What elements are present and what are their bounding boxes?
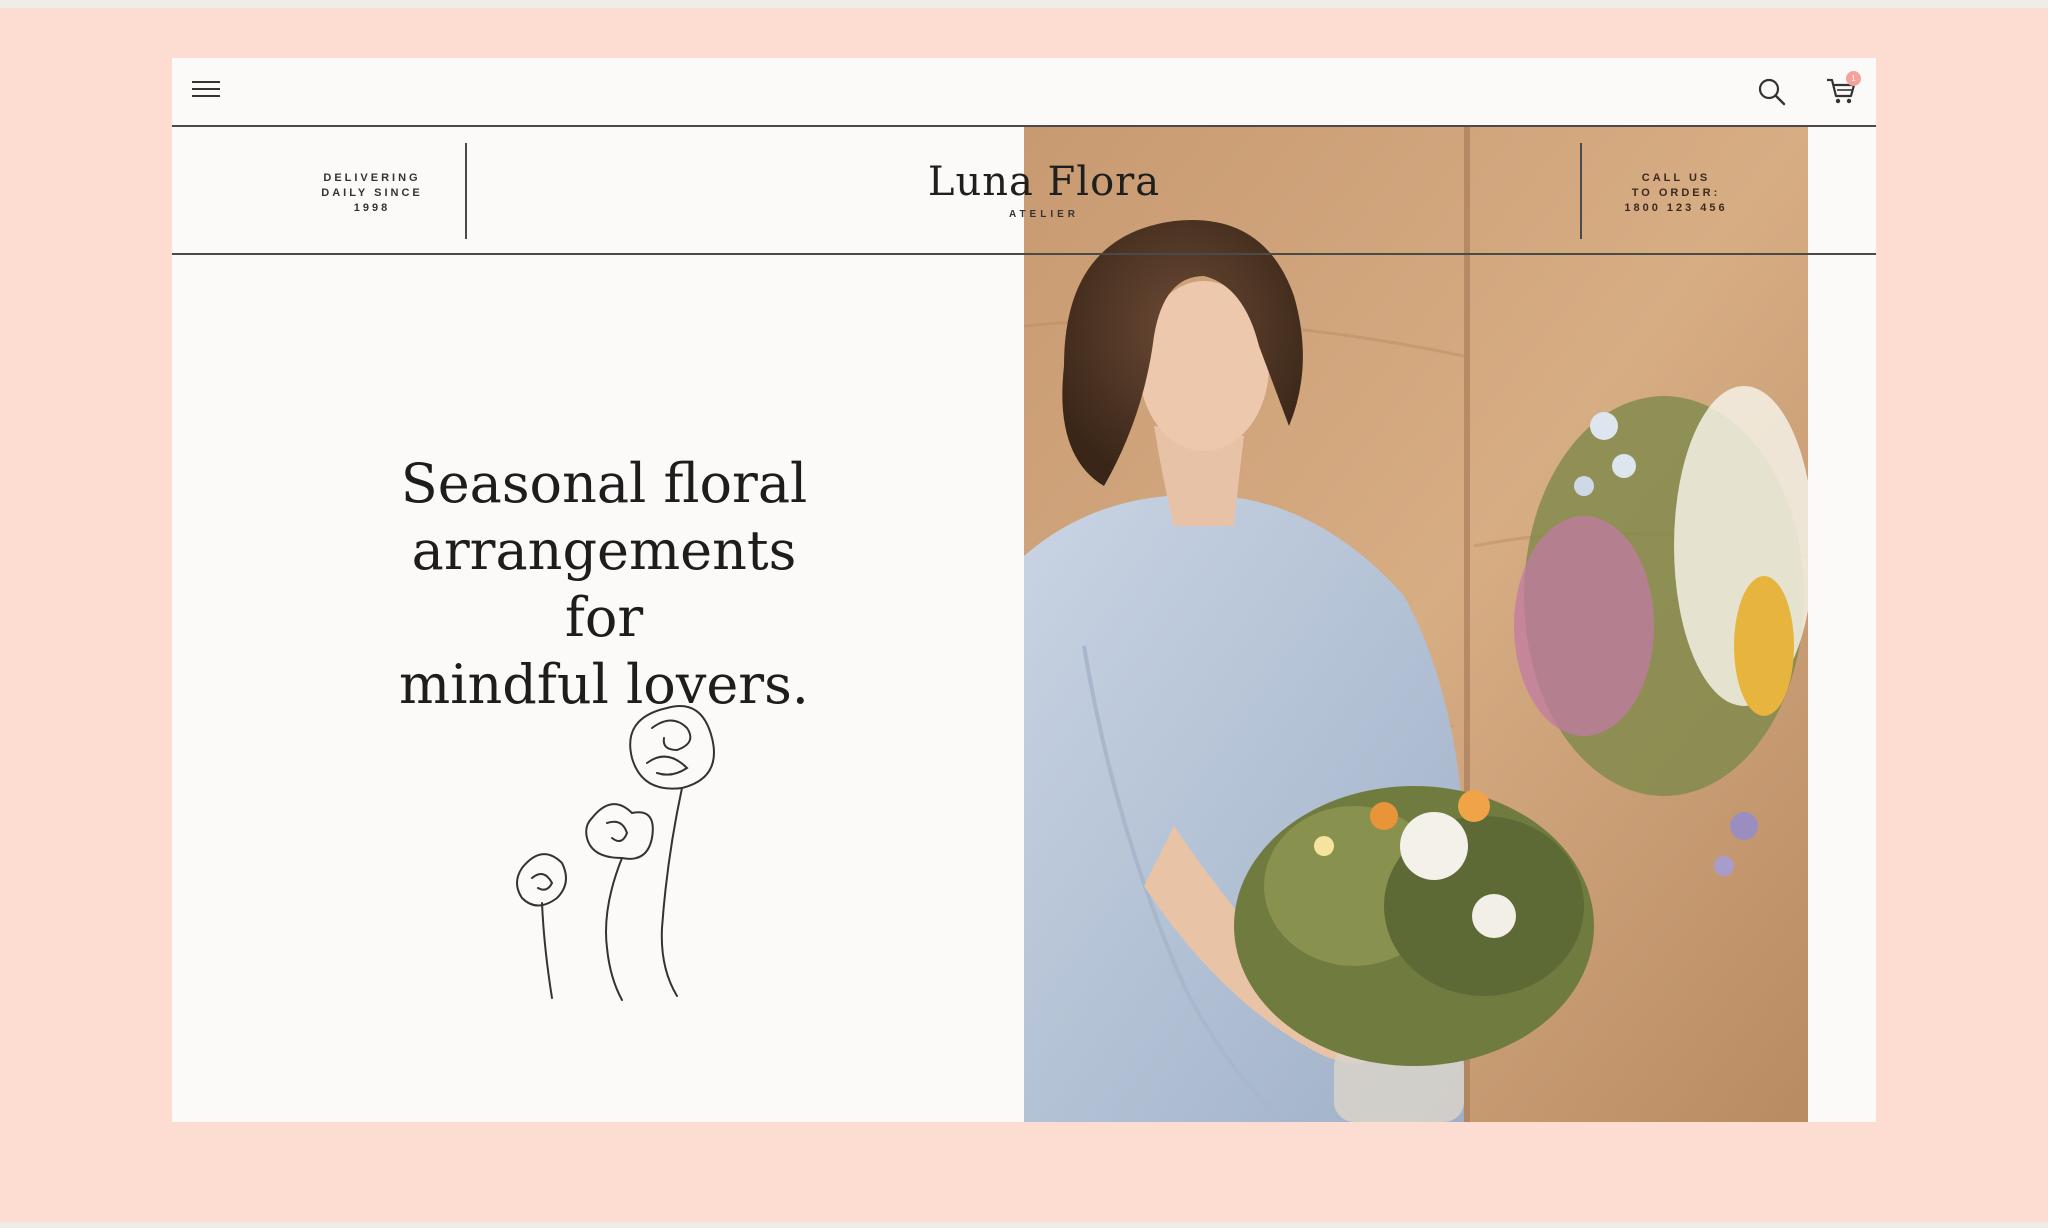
brand-header: DELIVERING DAILY SINCE 1998 Luna Flora A… — [172, 127, 1876, 255]
hero-photo — [1024, 126, 1808, 1122]
flower-line-drawing — [472, 678, 762, 1008]
divider-left — [465, 143, 467, 239]
hamburger-menu-icon[interactable] — [192, 76, 220, 106]
top-edge — [0, 0, 2048, 8]
divider-right — [1580, 143, 1582, 239]
website-frame: 1 DELIVERING DAILY SINCE 1998 Luna Flora… — [172, 58, 1876, 1122]
brand-logo[interactable]: Luna Flora — [872, 159, 1216, 205]
search-icon[interactable] — [1756, 76, 1788, 108]
order-phone[interactable]: CALL US TO ORDER: 1800 123 456 — [1596, 171, 1756, 216]
top-nav-bar: 1 — [172, 58, 1876, 127]
cart-count-badge: 1 — [1846, 71, 1861, 86]
bottom-edge — [0, 1222, 2048, 1228]
brand-subtitle: ATELIER — [1008, 209, 1080, 220]
delivery-tagline: DELIVERING DAILY SINCE 1998 — [321, 172, 423, 214]
